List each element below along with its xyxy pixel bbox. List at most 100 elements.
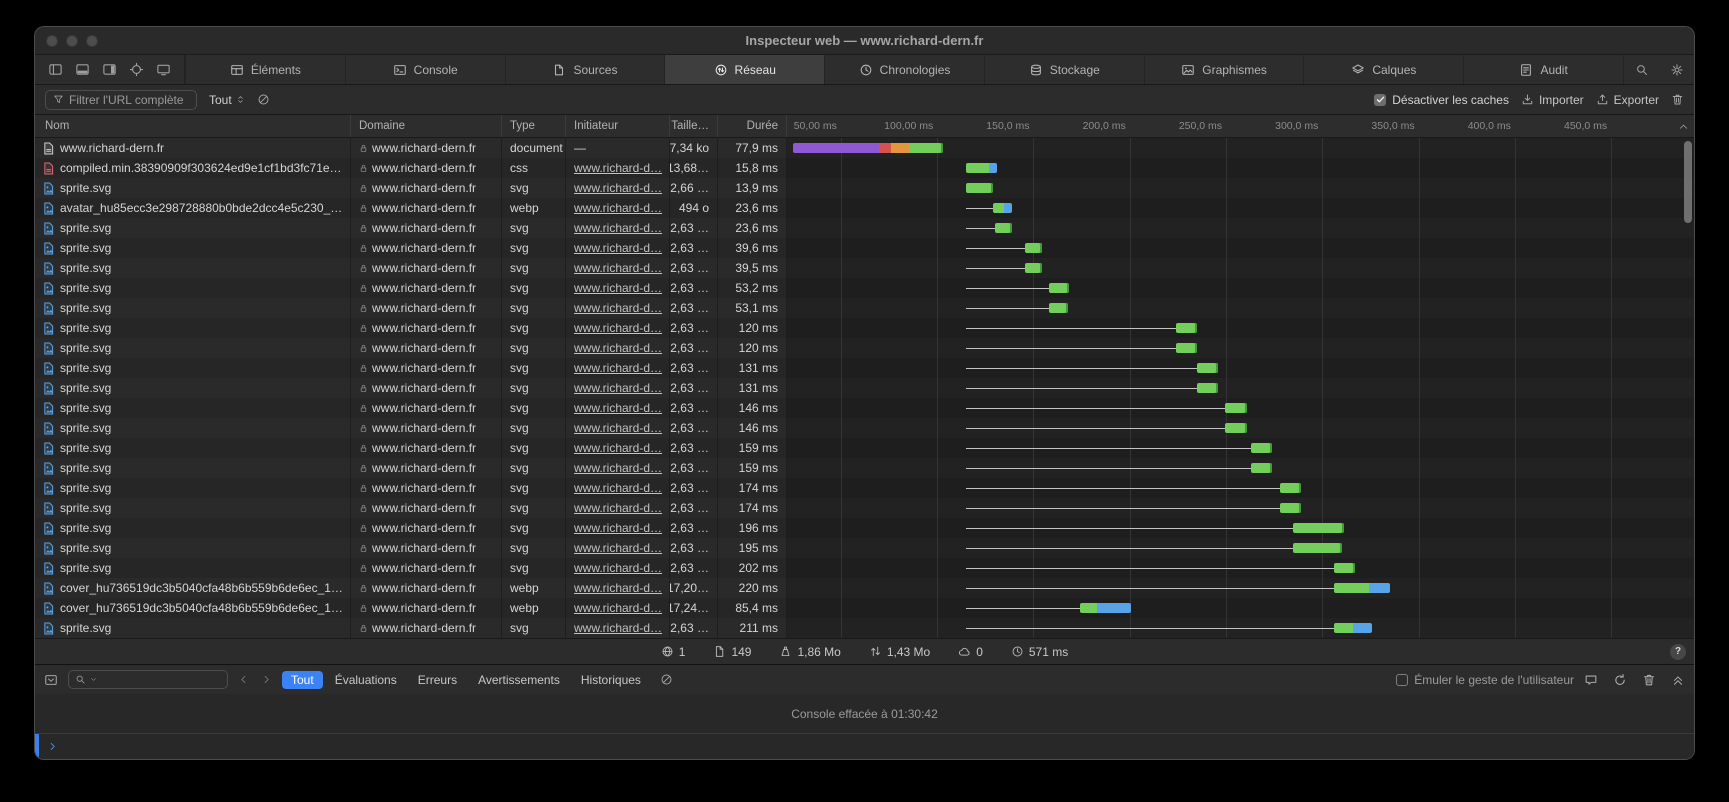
request-initiator[interactable]: www.richard-d… xyxy=(574,181,662,195)
url-filter-input[interactable] xyxy=(69,93,183,107)
request-initiator[interactable]: www.richard-d… xyxy=(574,301,662,315)
clear-console-icon[interactable] xyxy=(660,673,673,686)
request-initiator[interactable]: www.richard-d… xyxy=(574,481,662,495)
column-header-duree[interactable]: Durée xyxy=(718,115,787,137)
panel-right-icon[interactable] xyxy=(97,55,122,84)
console-prompt[interactable] xyxy=(35,733,1694,759)
column-header-nom[interactable]: Nom xyxy=(35,115,351,137)
console-scope-évaluations[interactable]: Évaluations xyxy=(326,671,406,689)
network-request-row[interactable]: sprite.svgwww.richard-dern.frsvgwww.rich… xyxy=(35,538,1694,558)
request-initiator[interactable]: www.richard-d… xyxy=(574,561,662,575)
chevron-up-icon[interactable] xyxy=(1678,121,1689,132)
expand-console-icon[interactable] xyxy=(1671,673,1685,687)
network-request-row[interactable]: sprite.svgwww.richard-dern.frsvgwww.rich… xyxy=(35,318,1694,338)
request-initiator[interactable]: www.richard-d… xyxy=(574,221,662,235)
network-request-row[interactable]: sprite.svgwww.richard-dern.frsvgwww.rich… xyxy=(35,498,1694,518)
network-request-row[interactable]: sprite.svgwww.richard-dern.frsvgwww.rich… xyxy=(35,278,1694,298)
request-initiator[interactable]: www.richard-d… xyxy=(574,241,662,255)
tab-layers[interactable]: Calques xyxy=(1303,55,1463,84)
request-initiator[interactable]: www.richard-d… xyxy=(574,201,662,215)
network-request-row[interactable]: sprite.svgwww.richard-dern.frsvgwww.rich… xyxy=(35,438,1694,458)
tab-network[interactable]: Réseau xyxy=(664,55,824,84)
network-request-row[interactable]: sprite.svgwww.richard-dern.frsvgwww.rich… xyxy=(35,398,1694,418)
request-initiator[interactable]: www.richard-d… xyxy=(574,621,662,635)
network-request-row[interactable]: avatar_hu85ecc3e298728880b0bde2dcc4e5c23… xyxy=(35,198,1694,218)
trash-icon[interactable] xyxy=(1642,673,1656,687)
tab-elements[interactable]: Éléments xyxy=(185,55,345,84)
request-initiator[interactable]: www.richard-d… xyxy=(574,461,662,475)
request-initiator[interactable]: www.richard-d… xyxy=(574,521,662,535)
tab-storage[interactable]: Stockage xyxy=(984,55,1144,84)
message-bubble-icon[interactable] xyxy=(1584,673,1598,687)
reload-icon[interactable] xyxy=(1613,673,1627,687)
gear-icon[interactable] xyxy=(1659,55,1694,84)
request-initiator[interactable]: www.richard-d… xyxy=(574,401,662,415)
request-initiator[interactable]: www.richard-d… xyxy=(574,541,662,555)
request-initiator[interactable]: www.richard-d… xyxy=(574,261,662,275)
tab-sources[interactable]: Sources xyxy=(505,55,665,84)
element-picker-icon[interactable] xyxy=(124,55,149,84)
network-request-row[interactable]: sprite.svgwww.richard-dern.frsvgwww.rich… xyxy=(35,218,1694,238)
console-scope-erreurs[interactable]: Erreurs xyxy=(409,671,466,689)
network-request-row[interactable]: sprite.svgwww.richard-dern.frsvgwww.rich… xyxy=(35,338,1694,358)
emulate-user-gesture-checkbox[interactable]: Émuler le geste de l'utilisateur xyxy=(1396,673,1574,687)
column-header-taille[interactable]: Taille… xyxy=(670,115,718,137)
network-request-row[interactable]: sprite.svgwww.richard-dern.frsvgwww.rich… xyxy=(35,458,1694,478)
request-initiator[interactable]: www.richard-d… xyxy=(574,581,662,595)
tab-timelines[interactable]: Chronologies xyxy=(824,55,984,84)
request-initiator[interactable]: www.richard-d… xyxy=(574,441,662,455)
network-request-row[interactable]: compiled.min.38390909f303624ed9e1cf1bd3f… xyxy=(35,158,1694,178)
network-request-row[interactable]: sprite.svgwww.richard-dern.frsvgwww.rich… xyxy=(35,618,1694,638)
column-header-initiateur[interactable]: Initiateur xyxy=(566,115,670,137)
minimize-button[interactable] xyxy=(66,35,78,47)
console-scope-tout[interactable]: Tout xyxy=(282,671,323,689)
clear-network-items-icon[interactable] xyxy=(257,93,270,106)
network-request-row[interactable]: sprite.svgwww.richard-dern.frsvgwww.rich… xyxy=(35,378,1694,398)
network-request-row[interactable]: sprite.svgwww.richard-dern.frsvgwww.rich… xyxy=(35,358,1694,378)
import-button[interactable]: Importer xyxy=(1521,93,1584,107)
url-filter-field[interactable] xyxy=(45,90,197,110)
request-initiator[interactable]: www.richard-d… xyxy=(574,321,662,335)
tab-graphics[interactable]: Graphismes xyxy=(1144,55,1304,84)
forward-chevron-icon[interactable] xyxy=(261,674,272,685)
network-request-row[interactable]: sprite.svgwww.richard-dern.frsvgwww.rich… xyxy=(35,478,1694,498)
request-initiator[interactable]: www.richard-d… xyxy=(574,501,662,515)
tab-console[interactable]: Console xyxy=(345,55,505,84)
zoom-button[interactable] xyxy=(86,35,98,47)
device-icon[interactable] xyxy=(151,55,176,84)
disable-caches-checkbox[interactable]: Désactiver les caches xyxy=(1374,93,1509,107)
request-initiator[interactable]: www.richard-d… xyxy=(574,421,662,435)
network-request-row[interactable]: sprite.svgwww.richard-dern.frsvgwww.rich… xyxy=(35,298,1694,318)
request-initiator[interactable]: www.richard-d… xyxy=(574,381,662,395)
network-request-row[interactable]: sprite.svgwww.richard-dern.frsvgwww.rich… xyxy=(35,238,1694,258)
console-scope-historiques[interactable]: Historiques xyxy=(572,671,650,689)
console-filter-input[interactable] xyxy=(101,673,211,687)
resource-type-filter[interactable]: Tout xyxy=(209,93,245,107)
network-request-row[interactable]: sprite.svgwww.richard-dern.frsvgwww.rich… xyxy=(35,418,1694,438)
help-button[interactable]: ? xyxy=(1670,644,1686,660)
network-request-row[interactable]: sprite.svgwww.richard-dern.frsvgwww.rich… xyxy=(35,178,1694,198)
console-scope-avertissements[interactable]: Avertissements xyxy=(469,671,569,689)
close-button[interactable] xyxy=(46,35,58,47)
console-pane-icon[interactable] xyxy=(44,673,58,687)
request-initiator[interactable]: www.richard-d… xyxy=(574,341,662,355)
column-header-type[interactable]: Type xyxy=(502,115,566,137)
network-scrollbar-thumb[interactable] xyxy=(1684,141,1692,223)
console-filter-field[interactable] xyxy=(68,670,228,689)
network-request-row[interactable]: cover_hu736519dc3b5040cfa48b6b559b6de6ec… xyxy=(35,598,1694,618)
panel-left-icon[interactable] xyxy=(43,55,68,84)
trash-icon[interactable] xyxy=(1671,93,1684,106)
back-chevron-icon[interactable] xyxy=(238,674,249,685)
panel-bottom-icon[interactable] xyxy=(70,55,95,84)
network-request-row[interactable]: cover_hu736519dc3b5040cfa48b6b559b6de6ec… xyxy=(35,578,1694,598)
network-request-row[interactable]: www.richard-dern.frwww.richard-dern.frdo… xyxy=(35,138,1694,158)
export-button[interactable]: Exporter xyxy=(1596,93,1659,107)
request-initiator[interactable]: www.richard-d… xyxy=(574,161,662,175)
network-request-row[interactable]: sprite.svgwww.richard-dern.frsvgwww.rich… xyxy=(35,258,1694,278)
network-request-row[interactable]: sprite.svgwww.richard-dern.frsvgwww.rich… xyxy=(35,558,1694,578)
search-icon[interactable] xyxy=(1624,55,1659,84)
request-initiator[interactable]: www.richard-d… xyxy=(574,601,662,615)
column-header-domaine[interactable]: Domaine xyxy=(351,115,502,137)
tab-audit[interactable]: Audit xyxy=(1463,55,1623,84)
network-request-row[interactable]: sprite.svgwww.richard-dern.frsvgwww.rich… xyxy=(35,518,1694,538)
